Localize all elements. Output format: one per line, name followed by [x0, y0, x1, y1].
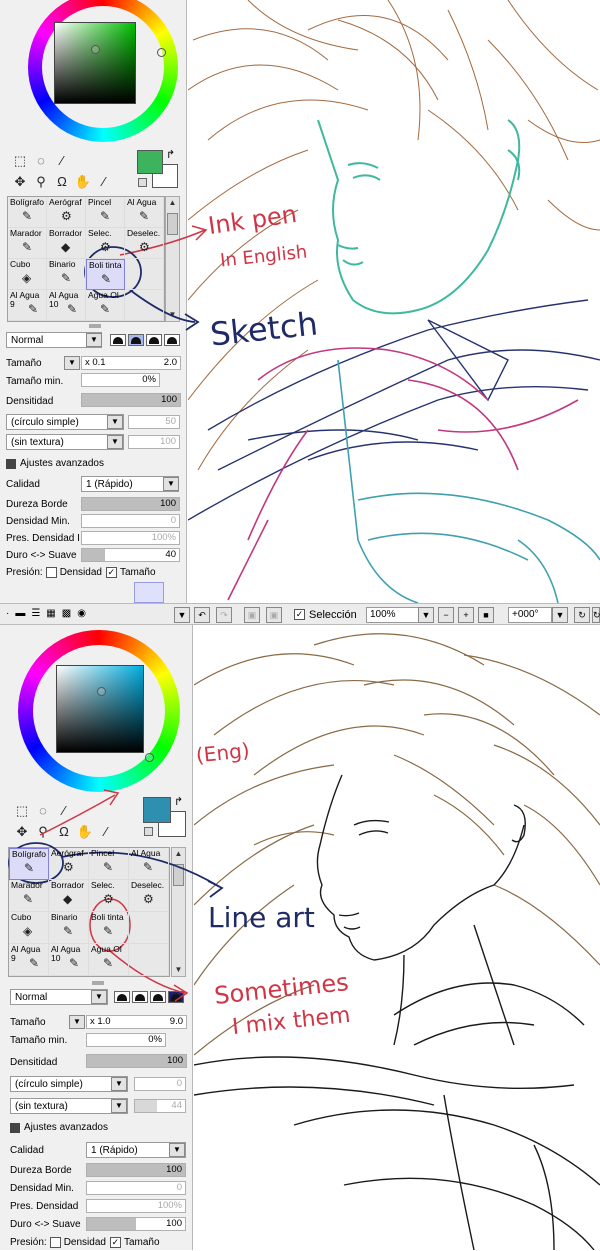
brush-cell[interactable]: Pincel ✎	[86, 197, 125, 228]
water-oil-icon: ✎	[103, 956, 114, 970]
brush-cell[interactable]: Agua Ol ✎	[86, 290, 125, 321]
brush-cell[interactable]: Selec. ⚙	[89, 880, 129, 912]
brush-cell[interactable]: Cubo ◈	[8, 259, 47, 290]
brush-cell[interactable]: Cubo ◈	[9, 912, 49, 944]
brush-cell[interactable]: Borrador ◆	[47, 228, 86, 259]
brush-cell[interactable]: Aerógraf ⚙	[49, 848, 89, 880]
water-oil-icon: ✎	[100, 302, 111, 316]
marker-icon: ✎	[23, 892, 34, 906]
rotation-field[interactable]: +000°	[508, 607, 552, 623]
redo-icon[interactable]: ↷	[216, 607, 232, 623]
rotate-reset-icon[interactable]: ↻	[574, 607, 590, 623]
view-toolbar: ·▬☰▦▩◉ ▼ ↶ ↷ ▣ ▣ ✓ Selección 100% ▼ − + …	[0, 603, 600, 625]
brush-cell-empty[interactable]	[125, 290, 164, 321]
brush-cell-empty[interactable]	[129, 912, 169, 944]
ink-pen-icon: ✎	[101, 272, 112, 286]
brush-cell[interactable]: Al Agua ✎	[125, 197, 164, 228]
watercolor-icon: ✎	[67, 302, 78, 316]
deselect-brush-icon: ⚙	[143, 892, 154, 906]
brush-cell[interactable]: Marador ✎	[9, 880, 49, 912]
bottom-brush-list: Bolígrafo ✎ Aerógraf ⚙ Pincel ✎ Al Agua ✎ Ma…	[9, 848, 169, 976]
bucket-icon: ◈	[22, 271, 32, 285]
zoom-in-icon[interactable]: +	[458, 607, 474, 623]
pen-icon: ✎	[24, 861, 35, 875]
brush-cell[interactable]: Deselec. ⚙	[125, 228, 164, 259]
select-brush-icon: ⚙	[100, 240, 111, 254]
brush-cell[interactable]: Al Agua 9 ✎	[9, 944, 49, 976]
marker-icon: ✎	[22, 240, 33, 254]
brush-cell[interactable]: Al Agua 10 ✎	[49, 944, 89, 976]
brush-icon: ✎	[100, 209, 111, 223]
chevron-down-icon[interactable]: ▼	[552, 607, 568, 623]
bucket-icon: ◈	[23, 924, 33, 938]
brush-cell[interactable]: Boli tinta ✎	[89, 912, 129, 944]
invert-icon[interactable]: ▣	[266, 607, 282, 623]
deselect-icon[interactable]: ▣	[244, 607, 260, 623]
brush-cell[interactable]: Borrador ◆	[49, 880, 89, 912]
brush-shape-icons[interactable]: ·▬☰▦▩◉	[6, 608, 92, 619]
brush-cell-empty[interactable]	[129, 944, 169, 976]
brush-cell-selected[interactable]: Bolígrafo ✎	[9, 848, 49, 880]
airbrush-icon: ⚙	[63, 860, 74, 874]
brush-cell[interactable]: Agua Ol ✎	[89, 944, 129, 976]
brush-cell[interactable]: Marador ✎	[8, 228, 47, 259]
chevron-down-icon[interactable]: ▼	[418, 607, 434, 623]
rotate-icon[interactable]: ↻	[592, 607, 600, 623]
brush-cell[interactable]: Aerógraf ⚙	[47, 197, 86, 228]
brush-cell-empty[interactable]	[125, 259, 164, 290]
undo-icon[interactable]: ↶	[194, 607, 210, 623]
deselect-brush-icon: ⚙	[139, 240, 150, 254]
zoom-reset-icon[interactable]: ■	[478, 607, 494, 623]
selection-checkbox[interactable]: ✓	[294, 609, 305, 620]
watercolor-icon: ✎	[143, 860, 154, 874]
watercolor-icon: ✎	[139, 209, 150, 223]
watercolor-icon: ✎	[29, 956, 40, 970]
brush-cell-selected[interactable]: Boli tinta ✎	[86, 259, 125, 290]
brush-icon: ✎	[103, 860, 114, 874]
ink-pen-icon: ✎	[103, 924, 114, 938]
brush-cell[interactable]: Al Agua 9 ✎	[8, 290, 47, 321]
airbrush-icon: ⚙	[61, 209, 72, 223]
brush-cell[interactable]: Selec. ⚙	[86, 228, 125, 259]
brush-cell[interactable]: Al Agua ✎	[129, 848, 169, 880]
select-brush-icon: ⚙	[103, 892, 114, 906]
chevron-down-icon[interactable]: ▼	[174, 607, 190, 623]
brush-cell[interactable]: Binario ✎	[49, 912, 89, 944]
watercolor-icon: ✎	[69, 956, 80, 970]
brush-cell[interactable]: Al Agua 10 ✎	[47, 290, 86, 321]
brush-cell[interactable]: Pincel ✎	[89, 848, 129, 880]
binary-icon: ✎	[63, 924, 74, 938]
eraser-icon: ◆	[61, 240, 71, 254]
pen-icon: ✎	[22, 209, 33, 223]
watercolor-icon: ✎	[28, 302, 39, 316]
brush-cell[interactable]: Bolígrafo ✎	[8, 197, 47, 228]
brush-cell[interactable]: Deselec. ⚙	[129, 880, 169, 912]
zoom-out-icon[interactable]: −	[438, 607, 454, 623]
top-brush-list: Bolígrafo ✎ Aerógraf ⚙ Pincel ✎ Al Agua ✎ Ma…	[8, 197, 164, 321]
binary-icon: ✎	[61, 271, 72, 285]
eraser-icon: ◆	[63, 892, 73, 906]
brush-cell[interactable]: Binario ✎	[47, 259, 86, 290]
